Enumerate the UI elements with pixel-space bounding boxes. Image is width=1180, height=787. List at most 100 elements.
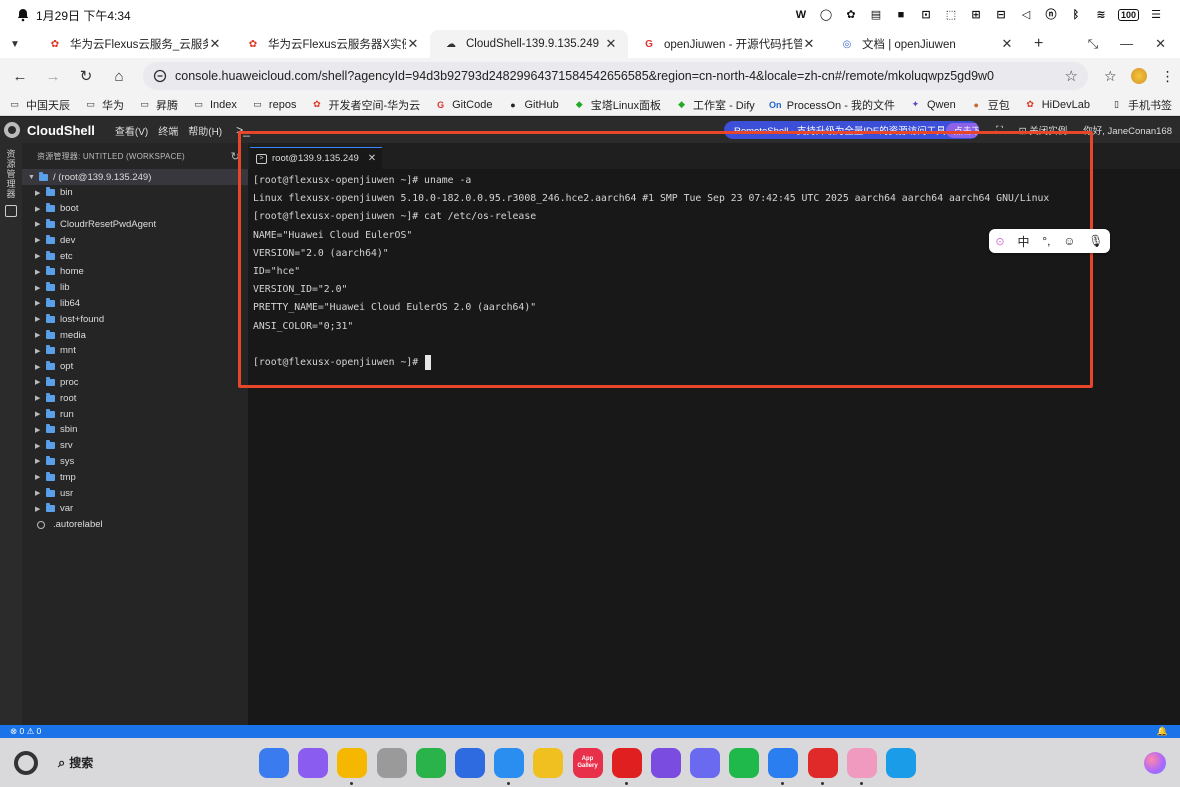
microphone-icon[interactable]: 🎙 bbox=[1088, 234, 1103, 248]
bookmark-8[interactable]: ● GitHub bbox=[506, 97, 558, 113]
folder-item[interactable]: ▶ dev bbox=[22, 232, 248, 248]
browser-icon[interactable] bbox=[494, 748, 525, 785]
tab-list-dropdown-icon[interactable]: ▼ bbox=[6, 35, 24, 53]
tab-2[interactable]: ✿ 华为云Flexus云服务器X实例 - ✕ bbox=[232, 30, 430, 58]
taskbar-search[interactable]: ⌕ 搜索 bbox=[58, 754, 93, 771]
tab-3[interactable]: ☁ CloudShell-139.9.135.249 ✕ bbox=[430, 30, 628, 58]
cleaner-icon[interactable] bbox=[690, 748, 721, 778]
app-launcher-icon[interactable] bbox=[259, 748, 289, 778]
close-tab-icon[interactable]: ✕ bbox=[802, 36, 816, 52]
bookmark-14[interactable]: ✿ HiDevLab bbox=[1024, 97, 1090, 113]
trash-icon[interactable] bbox=[376, 748, 407, 778]
bookmark-13[interactable]: ● 豆包 bbox=[970, 97, 1009, 113]
bookmark-3[interactable]: ▭ 昇腾 bbox=[138, 97, 178, 113]
folder-item[interactable]: ▶ run bbox=[22, 406, 248, 422]
url-field[interactable]: console.huaweicloud.com/shell?agencyId=9… bbox=[143, 62, 1088, 90]
folder-item[interactable]: ▶ proc bbox=[22, 375, 248, 391]
copy-icon[interactable] bbox=[5, 205, 17, 217]
close-tab-icon[interactable]: ✕ bbox=[208, 36, 222, 52]
folder-item[interactable]: ▶ mnt bbox=[22, 343, 248, 359]
site-info-icon[interactable] bbox=[153, 69, 167, 83]
close-terminal-tab-icon[interactable]: ✕ bbox=[368, 153, 376, 164]
file-item[interactable]: .autorelabel bbox=[22, 517, 248, 533]
back-icon[interactable]: ← bbox=[8, 64, 32, 88]
gitcode-app-icon[interactable] bbox=[611, 748, 642, 785]
ime-punct-toggle[interactable]: °, bbox=[1042, 234, 1050, 248]
tab-1[interactable]: ✿ 华为云Flexus云服务_云服务器_F✕ bbox=[34, 30, 232, 58]
bookmark-2[interactable]: ▭ 华为 bbox=[84, 97, 124, 113]
restore-icon[interactable]: ⤡ bbox=[1088, 36, 1098, 52]
forward-icon[interactable]: → bbox=[41, 64, 65, 88]
ime-logo-icon[interactable]: ⊙ bbox=[995, 235, 1004, 248]
bookmark-7[interactable]: G GitCode bbox=[434, 97, 492, 113]
terminal-glyph-icon[interactable]: >_ bbox=[236, 123, 250, 137]
terminal-output[interactable]: [root@flexusx-openjiuwen ~]# uname -a Lin… bbox=[253, 172, 1049, 372]
wps-icon[interactable] bbox=[807, 748, 838, 785]
folder-item[interactable]: ▶ bin bbox=[22, 185, 248, 201]
edge-icon[interactable] bbox=[886, 748, 916, 778]
multitask-icon[interactable] bbox=[298, 748, 329, 778]
folder-item[interactable]: ▶ sys bbox=[22, 454, 248, 470]
bookmark-9[interactable]: ◆ 宝塔Linux面板 bbox=[573, 97, 661, 113]
profile-avatar[interactable] bbox=[1130, 68, 1147, 84]
search-app-icon[interactable] bbox=[454, 748, 485, 778]
wechat-icon[interactable] bbox=[415, 748, 446, 778]
bookmark-1[interactable]: ▭ 中国天辰 bbox=[8, 97, 70, 113]
phone-icon[interactable] bbox=[729, 748, 760, 778]
reload-icon[interactable]: ↻ bbox=[74, 64, 98, 88]
folder-item[interactable]: ▶ root bbox=[22, 390, 248, 406]
folder-item[interactable]: ▶ lost+found bbox=[22, 311, 248, 327]
emoji-icon[interactable]: ☺ bbox=[1063, 234, 1075, 248]
download-button[interactable]: 点击下载 bbox=[945, 122, 979, 138]
bookmark-star-icon[interactable]: ☆ bbox=[1065, 67, 1078, 85]
folder-item[interactable]: ▶ usr bbox=[22, 485, 248, 501]
folder-item[interactable]: ▶ lib bbox=[22, 280, 248, 296]
notes-icon[interactable] bbox=[533, 748, 564, 778]
refresh-icon[interactable]: ↻ bbox=[231, 150, 240, 163]
app-gallery-icon[interactable]: App Gallery bbox=[572, 748, 603, 778]
start-button[interactable] bbox=[14, 751, 38, 775]
tab-5[interactable]: ◎ 文档 | openJiuwen ✕ bbox=[826, 30, 1024, 58]
folder-item[interactable]: ▶ boot bbox=[22, 201, 248, 217]
folder-item[interactable]: ▶ tmp bbox=[22, 469, 248, 485]
user-greeting[interactable]: 你好, JaneConan168 bbox=[1083, 123, 1172, 137]
folder-item[interactable]: ▶ lib64 bbox=[22, 296, 248, 312]
close-window-icon[interactable]: ✕ bbox=[1155, 36, 1166, 52]
bookmark-12[interactable]: ✦ Qwen bbox=[909, 97, 956, 113]
bookmark-5[interactable]: ▭ repos bbox=[251, 97, 296, 113]
bookmark-10[interactable]: ◆ 工作室 - Dify bbox=[675, 97, 755, 113]
remote-shell-banner[interactable]: RemoteShell - 支持升级为全量IDE的资源访问工具 点击下载 bbox=[724, 121, 979, 139]
mobile-bookmarks[interactable]: ▯ 手机书签 bbox=[1110, 97, 1172, 113]
bookmark-11[interactable]: On ProcessOn - 我的文件 bbox=[769, 97, 895, 113]
terminal-tab[interactable]: > root@139.9.135.249 ✕ bbox=[250, 147, 383, 169]
folder-item[interactable]: ▶ var bbox=[22, 501, 248, 517]
close-tab-icon[interactable]: ✕ bbox=[406, 36, 420, 52]
folder-item[interactable]: ▶ media bbox=[22, 327, 248, 343]
more-menu-icon[interactable]: ⋮ bbox=[1161, 68, 1175, 85]
favorites-icon[interactable]: ☆ bbox=[1104, 68, 1117, 85]
photos-icon[interactable] bbox=[846, 748, 877, 785]
assistant-orb-icon[interactable] bbox=[1144, 752, 1166, 774]
messages-icon[interactable] bbox=[768, 748, 799, 785]
explorer-root-node[interactable]: ▼ / (root@139.9.135.249) bbox=[22, 169, 248, 185]
folder-item[interactable]: ▶ srv bbox=[22, 438, 248, 454]
control-center-icon[interactable]: ☰ bbox=[1148, 8, 1164, 22]
new-tab-icon[interactable]: + bbox=[1034, 35, 1043, 53]
minimize-icon[interactable]: — bbox=[1120, 36, 1133, 52]
problems-counter[interactable]: ⊗ 0 ⚠ 0 bbox=[10, 726, 41, 737]
folder-item[interactable]: ▶ sbin bbox=[22, 422, 248, 438]
folder-item[interactable]: ▶ CloudrResetPwdAgent bbox=[22, 217, 248, 233]
folder-item[interactable]: ▶ etc bbox=[22, 248, 248, 264]
tab-4[interactable]: GopenJiuwen - 开源代码托管,代✕ bbox=[628, 30, 826, 58]
explorer-activity-label[interactable]: 资源管理器 bbox=[5, 149, 18, 199]
folder-item[interactable]: ▶ home bbox=[22, 264, 248, 280]
home-icon[interactable]: ⌂ bbox=[107, 64, 131, 88]
close-instance-button[interactable]: ⊡ 关闭实例 bbox=[1019, 123, 1068, 137]
menu-help[interactable]: 帮助(H) bbox=[188, 123, 222, 138]
notifications-icon[interactable]: 🔔 bbox=[1157, 726, 1168, 737]
folder-item[interactable]: ▶ opt bbox=[22, 359, 248, 375]
devtool-icon[interactable] bbox=[650, 748, 681, 778]
close-tab-icon[interactable]: ✕ bbox=[604, 36, 618, 52]
menu-terminal[interactable]: 终端 bbox=[158, 123, 178, 138]
menu-view[interactable]: 查看(V) bbox=[115, 123, 148, 138]
